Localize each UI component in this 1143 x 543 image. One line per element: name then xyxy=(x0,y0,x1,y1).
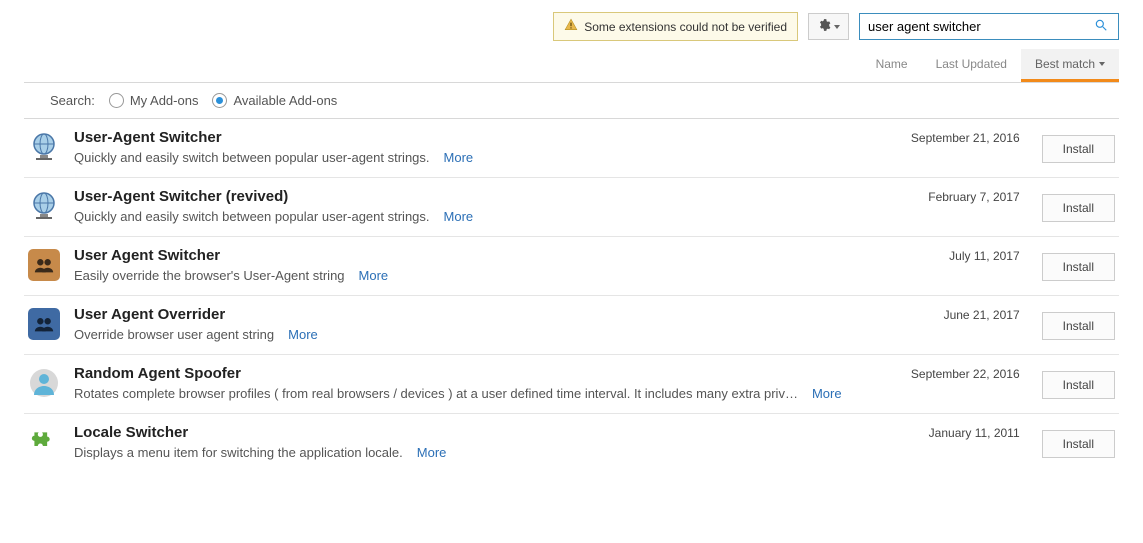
addon-row: User Agent Overrider Override browser us… xyxy=(24,295,1119,354)
filter-label: Search: xyxy=(50,93,95,108)
addon-row: Random Agent Spoofer Rotates complete br… xyxy=(24,354,1119,413)
addon-title: Locale Switcher xyxy=(74,424,876,441)
search-icon xyxy=(1094,18,1108,32)
more-link[interactable]: More xyxy=(444,209,474,224)
more-link[interactable]: More xyxy=(359,268,389,283)
addon-description: Displays a menu item for switching the a… xyxy=(74,445,403,460)
addon-icon xyxy=(28,249,60,281)
install-button[interactable]: Install xyxy=(1042,371,1115,399)
addon-description: Rotates complete browser profiles ( from… xyxy=(74,386,798,401)
search-container xyxy=(859,13,1119,40)
addon-row: User-Agent Switcher (revived) Quickly an… xyxy=(24,177,1119,236)
more-link[interactable]: More xyxy=(288,327,318,342)
search-submit[interactable] xyxy=(1084,14,1118,39)
addon-icon xyxy=(28,426,60,458)
sort-tab-name[interactable]: Name xyxy=(862,49,922,82)
addon-date: June 21, 2017 xyxy=(890,306,1020,322)
addon-main: User Agent Overrider Override browser us… xyxy=(74,306,876,342)
radio-my-addons-label: My Add-ons xyxy=(130,93,199,108)
results-list: User-Agent Switcher Quickly and easily s… xyxy=(0,118,1143,472)
install-button[interactable]: Install xyxy=(1042,194,1115,222)
settings-button[interactable] xyxy=(808,13,849,40)
radio-my-addons[interactable]: My Add-ons xyxy=(109,93,199,108)
addon-title: Random Agent Spoofer xyxy=(74,365,876,382)
addon-icon xyxy=(28,131,60,163)
gear-icon xyxy=(817,18,831,35)
addon-date: September 21, 2016 xyxy=(890,129,1020,145)
addon-description: Quickly and easily switch between popula… xyxy=(74,150,430,165)
sort-tab-last-updated[interactable]: Last Updated xyxy=(922,49,1021,82)
addon-title: User Agent Switcher xyxy=(74,247,876,264)
addon-description: Easily override the browser's User-Agent… xyxy=(74,268,345,283)
sort-tabs: Name Last Updated Best match xyxy=(0,49,1143,82)
addon-description: Override browser user agent string xyxy=(74,327,274,342)
install-button[interactable]: Install xyxy=(1042,253,1115,281)
install-button[interactable]: Install xyxy=(1042,312,1115,340)
warning-text: Some extensions could not be verified xyxy=(584,20,787,34)
addon-date: January 11, 2011 xyxy=(890,424,1020,440)
install-button[interactable]: Install xyxy=(1042,430,1115,458)
addon-main: Random Agent Spoofer Rotates complete br… xyxy=(74,365,876,401)
addon-main: User Agent Switcher Easily override the … xyxy=(74,247,876,283)
chevron-down-icon xyxy=(1099,62,1105,66)
search-input[interactable] xyxy=(860,14,1084,39)
filter-bar: Search: My Add-ons Available Add-ons xyxy=(0,83,1143,118)
addon-main: User-Agent Switcher (revived) Quickly an… xyxy=(74,188,876,224)
radio-icon xyxy=(109,93,124,108)
addon-date: July 11, 2017 xyxy=(890,247,1020,263)
chevron-down-icon xyxy=(834,25,840,29)
addon-description: Quickly and easily switch between popula… xyxy=(74,209,430,224)
addon-row: User Agent Switcher Easily override the … xyxy=(24,236,1119,295)
sort-tab-best-match[interactable]: Best match xyxy=(1021,49,1119,82)
addon-main: User-Agent Switcher Quickly and easily s… xyxy=(74,129,876,165)
warning-banner: Some extensions could not be verified xyxy=(553,12,798,41)
more-link[interactable]: More xyxy=(417,445,447,460)
addon-icon xyxy=(28,190,60,222)
install-button[interactable]: Install xyxy=(1042,135,1115,163)
addon-title: User-Agent Switcher (revived) xyxy=(74,188,876,205)
addon-main: Locale Switcher Displays a menu item for… xyxy=(74,424,876,460)
addon-row: Locale Switcher Displays a menu item for… xyxy=(24,413,1119,472)
radio-icon xyxy=(212,93,227,108)
addon-row: User-Agent Switcher Quickly and easily s… xyxy=(24,118,1119,177)
addon-title: User-Agent Switcher xyxy=(74,129,876,146)
addon-icon xyxy=(28,308,60,340)
radio-available-addons-label: Available Add-ons xyxy=(233,93,337,108)
sort-tab-best-match-label: Best match xyxy=(1035,57,1095,71)
addon-date: September 22, 2016 xyxy=(890,365,1020,381)
radio-available-addons[interactable]: Available Add-ons xyxy=(212,93,337,108)
warning-icon xyxy=(564,18,578,35)
addon-icon xyxy=(28,367,60,399)
more-link[interactable]: More xyxy=(444,150,474,165)
addon-title: User Agent Overrider xyxy=(74,306,876,323)
addon-date: February 7, 2017 xyxy=(890,188,1020,204)
more-link[interactable]: More xyxy=(812,386,842,401)
